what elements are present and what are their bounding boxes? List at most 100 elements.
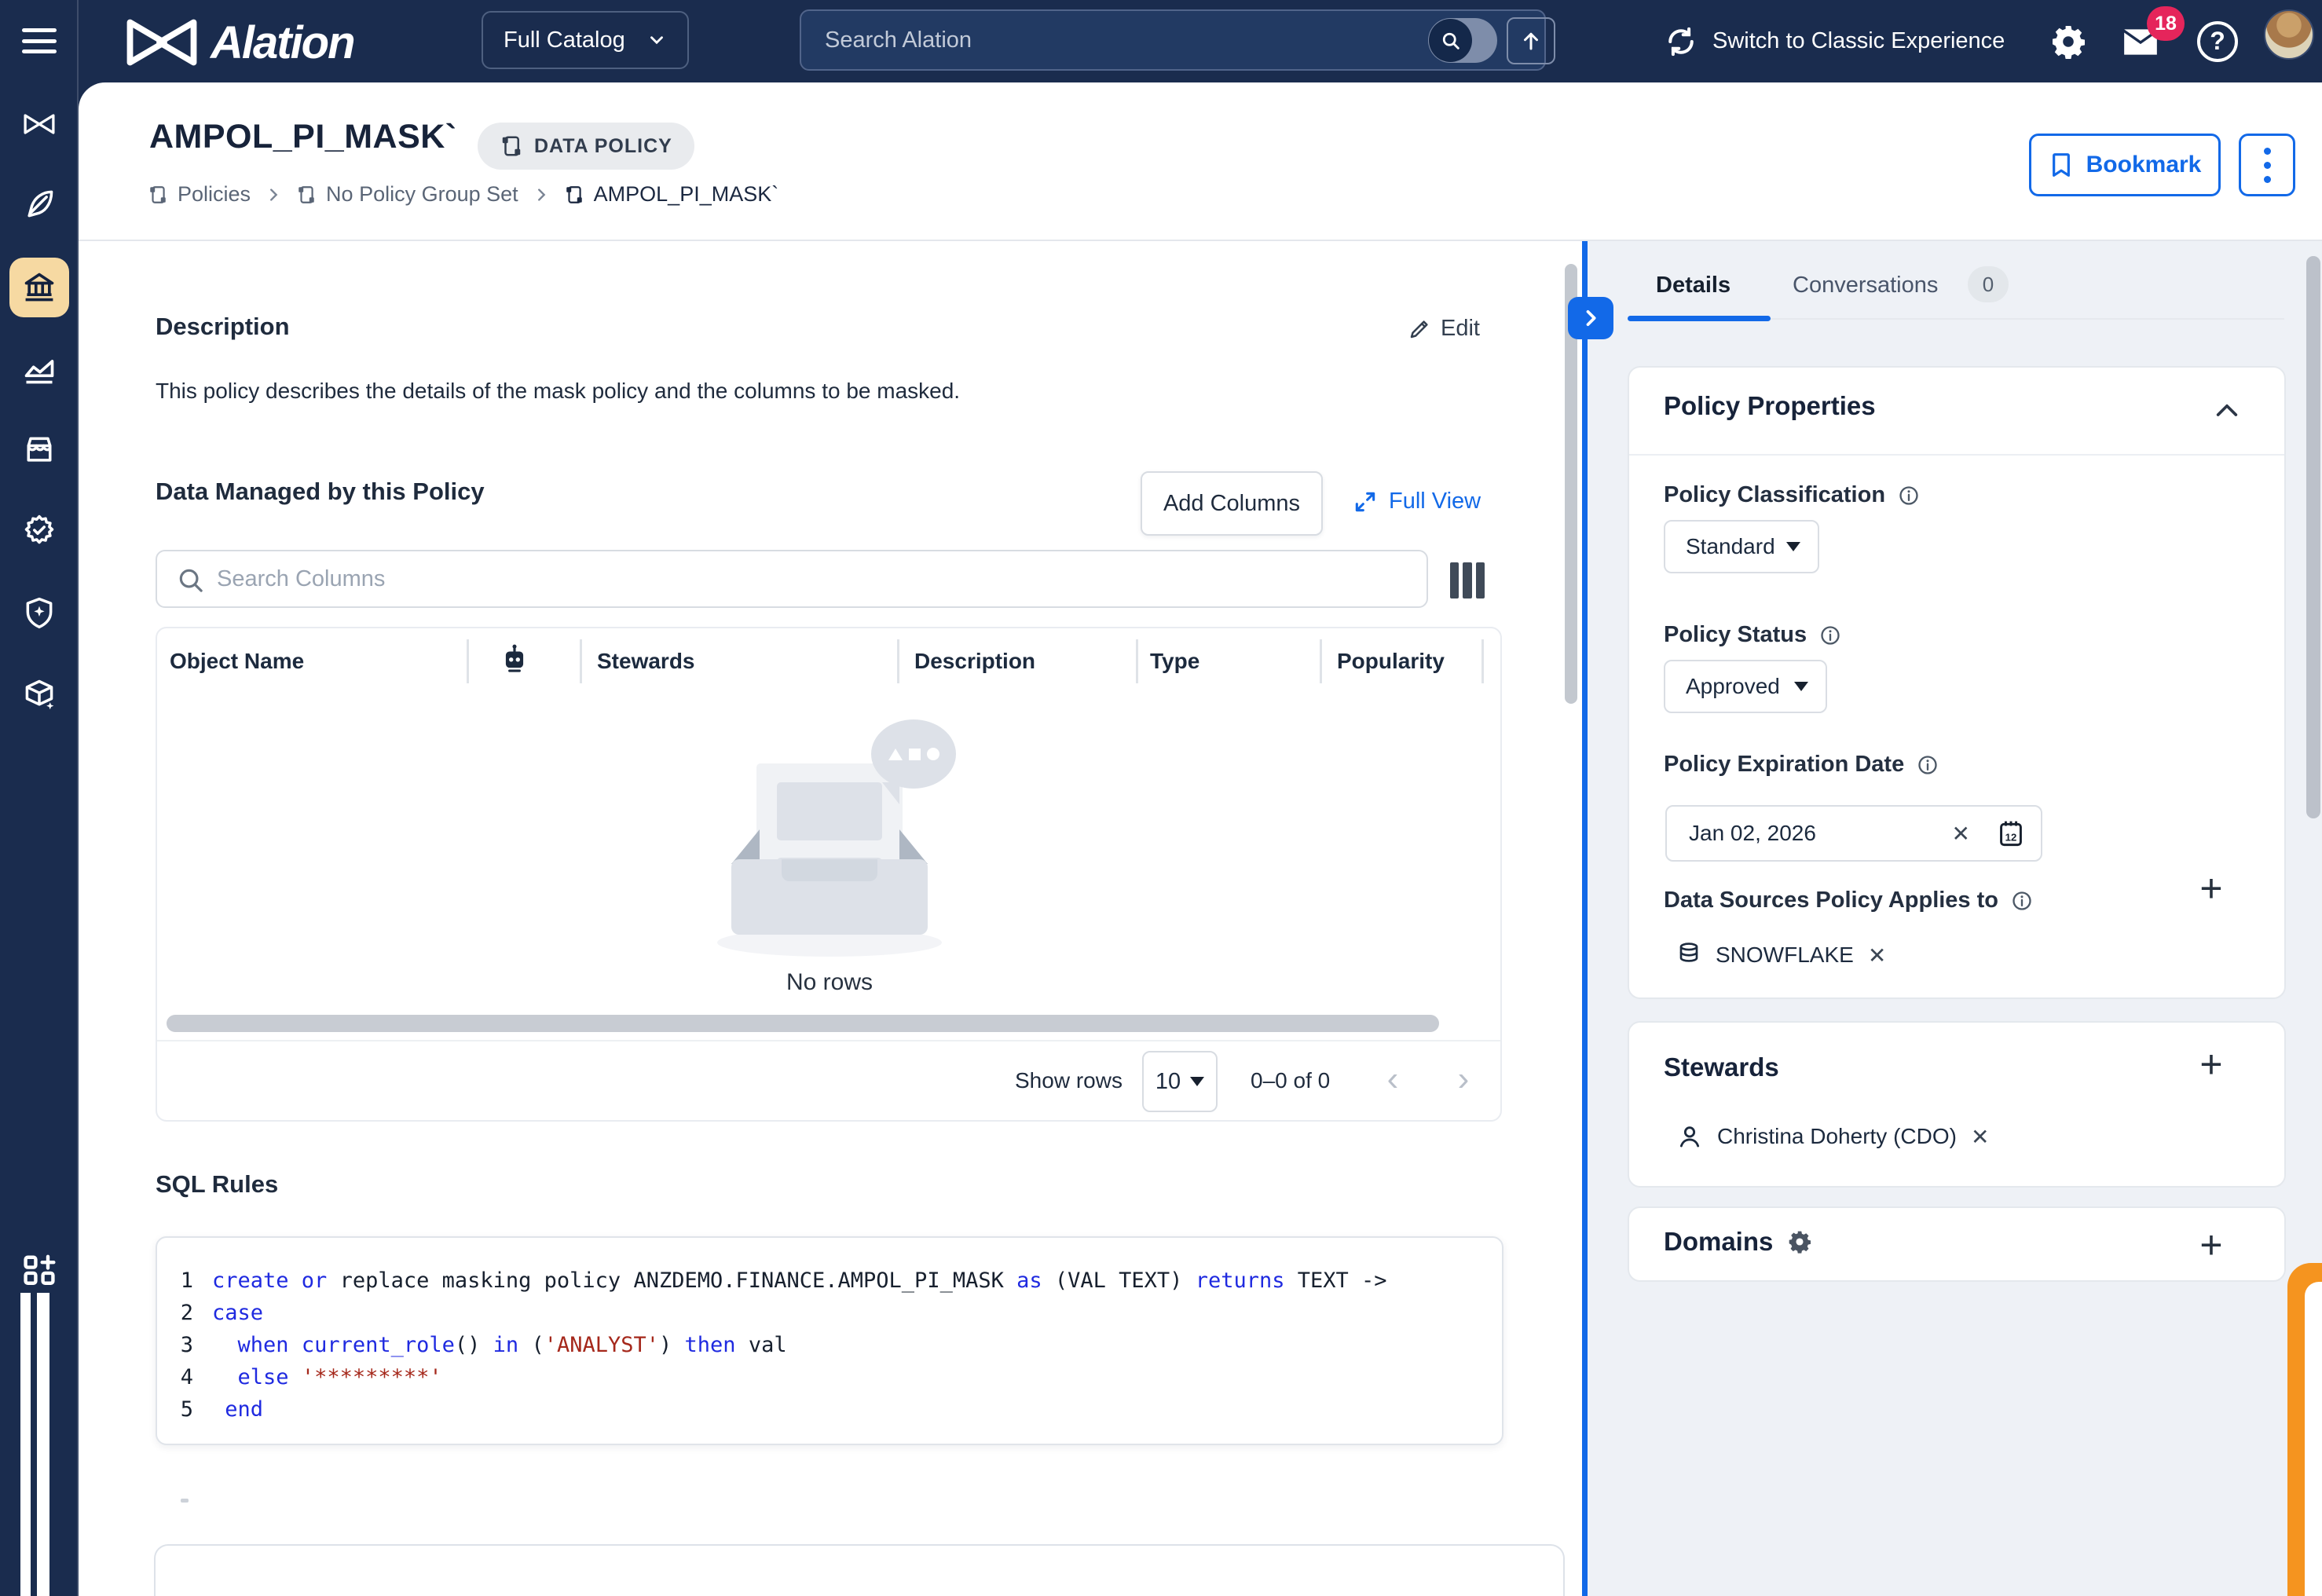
column-header-object-name[interactable]: Object Name: [170, 649, 304, 674]
status-dropdown[interactable]: Approved: [1664, 660, 1827, 713]
description-text: This policy describes the details of the…: [156, 379, 960, 404]
steward-link[interactable]: Christina Doherty (CDO): [1717, 1124, 1957, 1149]
active-tab-underline: [1628, 316, 1771, 321]
help-button[interactable]: ?: [2190, 0, 2245, 82]
expand-icon: [1353, 489, 1378, 514]
column-header-type[interactable]: Type: [1150, 649, 1199, 674]
horizontal-scrollbar[interactable]: [167, 1015, 1439, 1032]
pagination-divider: [157, 1040, 1500, 1041]
policy-properties-card: Policy Properties Policy Classification …: [1628, 366, 2286, 999]
tab-conversations[interactable]: Conversations: [1793, 273, 1938, 298]
sql-code-block[interactable]: 1create or replace masking policy ANZDEM…: [156, 1236, 1503, 1445]
bookmark-icon: [2049, 151, 2074, 179]
collapse-section-button[interactable]: [2214, 399, 2240, 419]
column-picker-icon[interactable]: [1450, 562, 1485, 598]
chevron-down-icon: [1190, 1077, 1204, 1086]
logo-text: Alation: [211, 16, 354, 69]
column-header-stewards[interactable]: Stewards: [597, 649, 695, 674]
global-search-input[interactable]: [825, 11, 1390, 69]
sidebar-item-catalog[interactable]: [22, 107, 57, 141]
expiration-date-field[interactable]: Jan 02, 2026 ✕ 12: [1665, 805, 2042, 862]
switch-classic-experience[interactable]: Switch to Classic Experience: [1664, 0, 2005, 82]
search-submit-button[interactable]: [1507, 17, 1555, 64]
person-icon: [1676, 1123, 1703, 1150]
column-search-input[interactable]: [217, 551, 1395, 606]
help-widget[interactable]: [2287, 1263, 2322, 1596]
add-domain-button[interactable]: +: [2192, 1225, 2231, 1265]
chevron-right-icon: [265, 186, 282, 203]
more-actions-kebab-button[interactable]: [2239, 134, 2295, 196]
description-heading: Description: [156, 313, 290, 341]
domains-card: Domains +: [1628, 1206, 2286, 1282]
sidebar-item-products[interactable]: [22, 677, 57, 712]
column-header-popularity[interactable]: Popularity: [1337, 649, 1445, 674]
classification-dropdown[interactable]: Standard: [1664, 520, 1819, 573]
storefront-icon: [22, 433, 57, 467]
policy-status-label: Policy Status: [1664, 622, 1841, 648]
alation-mark-icon: [22, 107, 57, 141]
breadcrumb-policy-group[interactable]: No Policy Group Set: [296, 182, 518, 207]
breadcrumb-policies[interactable]: Policies: [148, 182, 251, 207]
add-columns-button[interactable]: Add Columns: [1141, 471, 1323, 536]
area-chart-icon: [22, 353, 57, 387]
empty-state-text: No rows: [731, 969, 928, 996]
search-mode-toggle[interactable]: [1428, 18, 1497, 63]
sidebar-item-governance-active[interactable]: [9, 258, 69, 317]
full-view-link[interactable]: Full View: [1353, 489, 1481, 514]
left-sidebar: [0, 0, 79, 1596]
sidebar-item-compose[interactable]: [22, 187, 57, 221]
sidebar-item-marketplace[interactable]: [22, 433, 57, 467]
hamburger-menu-icon[interactable]: [19, 24, 60, 58]
breadcrumb-current[interactable]: AMPOL_PI_MASK`: [564, 182, 779, 207]
remove-data-source-button[interactable]: ✕: [1868, 943, 1886, 968]
collapse-panel-button[interactable]: [1568, 297, 1613, 339]
column-separator: [580, 639, 582, 683]
full-catalog-dropdown[interactable]: Full Catalog: [482, 11, 689, 69]
info-icon[interactable]: [1917, 754, 1939, 776]
search-icon: [176, 566, 206, 595]
add-steward-button[interactable]: +: [2192, 1045, 2231, 1084]
tab-details[interactable]: Details: [1656, 273, 1731, 298]
alation-logo[interactable]: Alation: [124, 16, 354, 69]
empty-state: No rows: [731, 740, 928, 976]
robot-column-icon[interactable]: [500, 642, 529, 675]
search-icon: [1429, 19, 1472, 62]
next-page-button[interactable]: ›: [1444, 1057, 1483, 1101]
remove-steward-button[interactable]: ✕: [1971, 1124, 1989, 1150]
bookmark-button[interactable]: Bookmark: [2029, 134, 2221, 196]
steward-item: Christina Doherty (CDO) ✕: [1676, 1123, 1989, 1150]
settings-gear-button[interactable]: [2041, 0, 2096, 82]
empty-illustration-tray-lip: [782, 859, 877, 881]
info-icon[interactable]: [1898, 485, 1920, 507]
stewards-card: Stewards + Christina Doherty (CDO) ✕: [1628, 1021, 2286, 1188]
sidebar-item-quality[interactable]: [22, 513, 57, 547]
sidebar-item-apps[interactable]: [22, 1254, 57, 1291]
user-avatar[interactable]: [2264, 9, 2314, 60]
info-icon[interactable]: [1819, 624, 1841, 646]
policy-properties-title: Policy Properties: [1664, 391, 1876, 421]
edit-description-button[interactable]: Edit: [1408, 316, 1480, 342]
rows-per-page-dropdown[interactable]: 10: [1142, 1051, 1218, 1112]
column-search: [156, 550, 1428, 608]
feather-icon: [22, 187, 57, 221]
data-source-link[interactable]: SNOWFLAKE: [1716, 943, 1854, 968]
arrow-up-icon: [1519, 29, 1543, 53]
database-icon: [1676, 941, 1701, 969]
gear-icon[interactable]: [1787, 1229, 1812, 1254]
column-header-description[interactable]: Description: [914, 649, 1035, 674]
clear-date-button[interactable]: ✕: [1952, 821, 1970, 847]
column-separator: [897, 639, 899, 683]
bookmark-label: Bookmark: [2086, 152, 2202, 178]
add-data-source-button[interactable]: +: [2192, 869, 2231, 908]
pencil-icon: [1408, 317, 1431, 341]
info-icon[interactable]: [2011, 890, 2033, 912]
sidebar-item-trust[interactable]: [22, 595, 57, 630]
page-scrollbar-thumb[interactable]: [2306, 256, 2320, 818]
chevron-right-icon: [1580, 307, 1602, 329]
policy-scroll-icon: [564, 185, 584, 205]
sidebar-item-analytics[interactable]: [22, 353, 57, 387]
calendar-icon[interactable]: 12: [1997, 818, 2025, 848]
previous-page-button[interactable]: ‹: [1373, 1057, 1412, 1101]
shield-sparkle-icon: [22, 595, 57, 630]
next-section-stub: [181, 1499, 189, 1503]
